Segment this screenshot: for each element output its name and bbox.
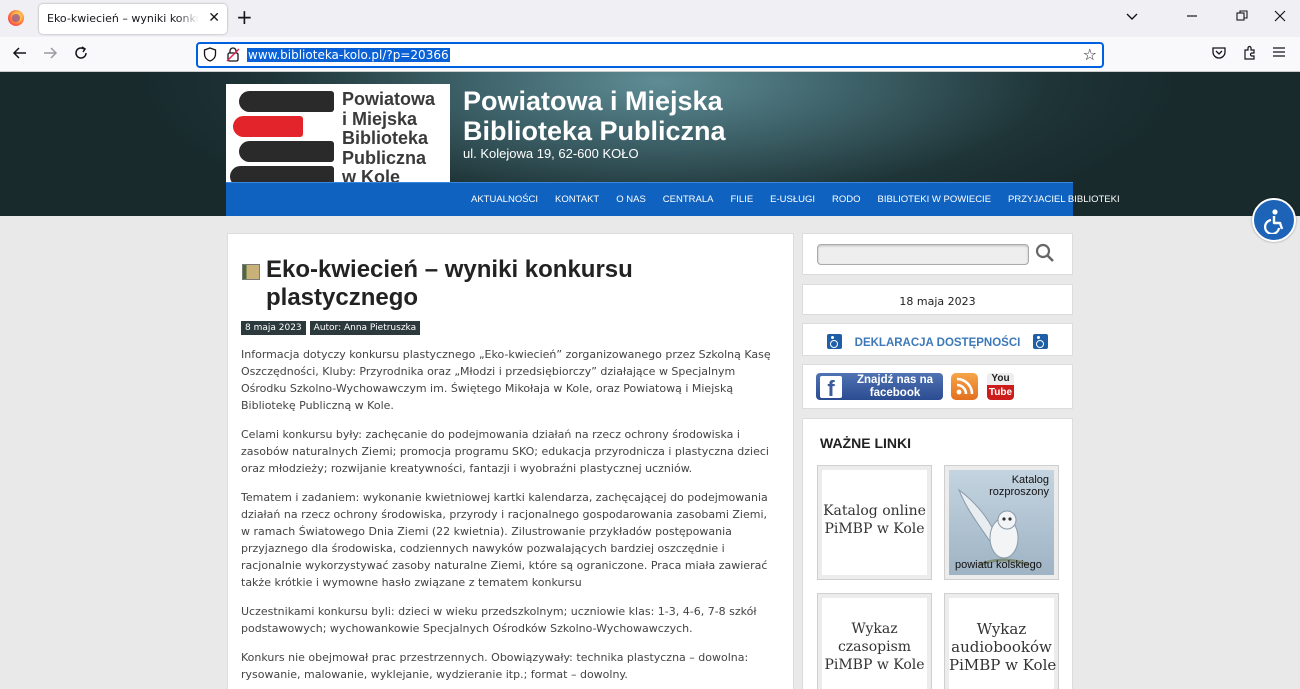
date-widget: 18 maja 2023 (802, 284, 1073, 315)
scattered-catalog-label-bottom: powiatu kolskiego (955, 559, 1042, 571)
browser-navigation-bar: www.biblioteka-kolo.pl/?p=20366 ☆ (0, 37, 1300, 72)
post-format-image-icon (242, 264, 260, 280)
menu-item-biblioteki-w-powiecie[interactable]: BIBLIOTEKI W POWIECIE (878, 194, 992, 205)
facebook-icon: f (820, 376, 842, 398)
audiobooks-list-label: Wykaz audiobooków PiMBP w Kole (949, 620, 1057, 674)
address-bar[interactable]: www.biblioteka-kolo.pl/?p=20366 ☆ (196, 42, 1104, 68)
new-tab-button[interactable]: + (236, 7, 253, 27)
menu-item-kontakt[interactable]: KONTAKT (555, 194, 599, 205)
youtube-icon[interactable]: You Tube (987, 373, 1014, 400)
paragraph: Uczestnikami konkursu byli: dzieci w wie… (241, 605, 757, 635)
menu-item-aktualnosci[interactable]: AKTUALNOŚCI (471, 194, 538, 205)
site-header: Powiatowa i Miejska Biblioteka Publiczna… (0, 72, 1300, 216)
restore-window-icon[interactable] (1236, 8, 1248, 26)
minimize-window-icon[interactable] (1186, 8, 1198, 26)
catalog-online-link[interactable]: Katalog online PiMBP w Kole (817, 465, 932, 580)
important-links-widget: WAŻNE LINKI Katalog online PiMBP w Kole … (802, 418, 1073, 689)
post-date[interactable]: 8 maja 2023 (241, 321, 306, 335)
declaration-label: DEKLARACJA DOSTĘPNOŚCI (854, 337, 1021, 349)
tab-title: Eko-kwiecień – wyniki konkursu plastyczn… (47, 12, 199, 25)
book-stripe-1 (239, 91, 334, 112)
browser-tab-strip: Eko-kwiecień – wyniki konkursu plastyczn… (0, 0, 1300, 37)
menu-item-centrala[interactable]: CENTRALA (663, 194, 714, 205)
app-menu-hamburger-icon[interactable] (1272, 45, 1286, 63)
rss-icon[interactable] (951, 373, 978, 400)
book-stripe-3 (239, 141, 334, 162)
reload-icon[interactable] (73, 45, 89, 65)
library-logo[interactable]: Powiatowa i Miejska Biblioteka Publiczna… (226, 84, 450, 196)
url-text[interactable]: www.biblioteka-kolo.pl/?p=20366 (247, 48, 450, 62)
accessibility-toolbar-button[interactable] (1252, 198, 1296, 242)
tab-close-icon[interactable]: ✕ (208, 10, 220, 26)
firefox-logo-icon[interactable] (8, 10, 24, 26)
facebook-button[interactable]: f Znajdź nas na facebook (816, 373, 943, 400)
menu-item-przyjaciel-biblioteki[interactable]: PRZYJACIEL BIBLIOTEKI (1008, 194, 1120, 205)
important-links-heading: WAŻNE LINKI (820, 435, 911, 451)
accessibility-declaration-widget: DEKLARACJA DOSTĘPNOŚCI (802, 323, 1073, 356)
menu-item-filie[interactable]: FILIE (730, 194, 753, 205)
book-stripe-2 (233, 116, 303, 137)
site-address: ul. Kolejowa 19, 62-600 KOŁO (463, 146, 639, 161)
paragraph: Celami konkursu były: zachęcanie do pode… (241, 428, 769, 475)
search-icon[interactable] (1035, 243, 1055, 263)
bookmark-star-icon[interactable]: ☆ (1083, 45, 1097, 65)
wheelchair-icon (1264, 209, 1284, 234)
menu-item-o-nas[interactable]: O NAS (616, 194, 646, 205)
scattered-catalog-label-top: Katalog rozproszony (989, 474, 1049, 498)
article-post: Eko-kwiecień – wyniki konkursu plastyczn… (227, 233, 794, 689)
post-meta: 8 maja 2023 Autor: Anna Pietruszka (241, 321, 421, 335)
youtube-label-bottom: Tube (987, 385, 1014, 400)
accessibility-declaration-link[interactable]: DEKLARACJA DOSTĘPNOŚCI (803, 334, 1072, 349)
main-menu: AKTUALNOŚCI KONTAKT O NAS CENTRALA FILIE… (226, 182, 1120, 216)
close-window-icon[interactable] (1274, 8, 1286, 26)
scattered-catalog-link[interactable]: Katalog rozproszony powiatu kolskiego (944, 465, 1059, 580)
search-widget (802, 233, 1073, 275)
insecure-lock-icon[interactable] (226, 47, 240, 62)
forward-arrow-icon[interactable] (42, 45, 58, 65)
menu-item-e-uslugi[interactable]: E-USŁUGI (770, 194, 815, 205)
list-all-tabs-icon[interactable] (1126, 8, 1138, 26)
extensions-icon[interactable] (1242, 45, 1258, 65)
post-author[interactable]: Autor: Anna Pietruszka (309, 321, 421, 335)
youtube-label-top: You (987, 373, 1014, 385)
pocket-icon[interactable] (1211, 45, 1227, 65)
paragraph: Informacja dotyczy konkursu plastycznego… (241, 348, 771, 412)
tracking-protection-shield-icon[interactable] (203, 47, 217, 62)
menu-item-rodo[interactable]: RODO (832, 194, 861, 205)
site-title[interactable]: Powiatowa i Miejska Biblioteka Publiczna (463, 86, 726, 146)
logo-text: Powiatowa i Miejska Biblioteka Publiczna… (342, 89, 436, 188)
facebook-label: Znajdź nas na facebook (856, 374, 934, 399)
catalog-online-label: Katalog online PiMBP w Kole (823, 503, 926, 537)
audiobooks-list-link[interactable]: Wykaz audiobooków PiMBP w Kole (944, 593, 1059, 689)
wheelchair-icon (1032, 334, 1048, 349)
magazines-list-link[interactable]: Wykaz czasopism PiMBP w Kole (817, 593, 932, 689)
search-input[interactable] (817, 244, 1029, 265)
paragraph: Konkurs nie obejmował prac przestrzennyc… (241, 651, 749, 681)
current-date: 18 maja 2023 (899, 295, 976, 308)
social-widget: f Znajdź nas na facebook You Tube (802, 364, 1073, 409)
wheelchair-icon (827, 334, 843, 349)
paragraph: Tematem i zadaniem: wykonanie kwietniowe… (241, 491, 768, 589)
browser-tab-active[interactable]: Eko-kwiecień – wyniki konkursu plastyczn… (39, 4, 227, 34)
post-content: Informacja dotyczy konkursu plastycznego… (241, 346, 779, 689)
magazines-list-label: Wykaz czasopism PiMBP w Kole (824, 621, 925, 673)
post-title[interactable]: Eko-kwiecień – wyniki konkursu plastyczn… (266, 256, 726, 312)
back-arrow-icon[interactable] (12, 45, 28, 65)
